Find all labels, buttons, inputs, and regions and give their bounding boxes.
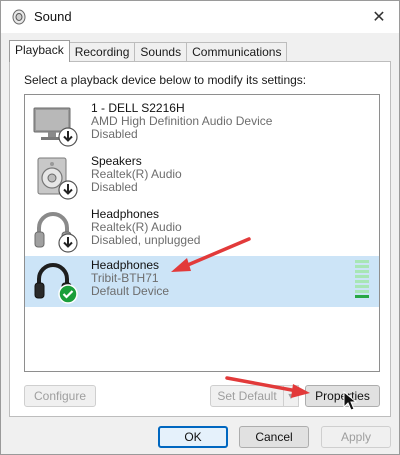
set-default-button[interactable]: Set Default [210,385,284,407]
device-item-speakers[interactable]: Speakers Realtek(R) Audio Disabled [25,152,379,203]
configure-button[interactable]: Configure [24,385,96,407]
set-default-dropdown[interactable]: ▼ [283,385,299,407]
playback-panel: Select a playback device below to modify… [9,61,391,417]
device-status: Disabled [91,180,138,194]
device-item-dell-monitor[interactable]: 1 - DELL S2216H AMD High Definition Audi… [25,99,379,150]
instruction-text: Select a playback device below to modify… [24,73,307,87]
window-title: Sound [34,9,72,24]
monitor-icon [33,107,78,147]
tab-strip: Playback Recording Sounds Communications [9,40,288,62]
device-text: Headphones Tribit-BTH71 Default Device [91,259,169,298]
headphones-icon [34,212,78,253]
title-bar[interactable]: Sound ✕ [1,1,399,33]
tab-recording[interactable]: Recording [68,42,136,62]
sound-dialog: Sound ✕ Playback Recording Sounds Commun… [0,0,400,455]
device-status: Disabled, unplugged [91,233,201,247]
properties-button[interactable]: Properties [305,385,380,407]
tab-playback[interactable]: Playback [9,40,70,62]
headphones-icon [34,263,78,304]
speaker-icon [37,157,78,200]
close-icon: ✕ [372,9,386,26]
device-item-headphones-realtek[interactable]: Headphones Realtek(R) Audio Disabled, un… [25,205,379,256]
ok-button[interactable]: OK [158,426,228,448]
apply-button[interactable]: Apply [321,426,391,448]
device-list[interactable]: 1 - DELL S2216H AMD High Definition Audi… [24,94,380,372]
close-button[interactable]: ✕ [359,1,399,33]
device-status: Default Device [91,284,170,298]
cancel-button[interactable]: Cancel [239,426,309,448]
device-item-headphones-tribit[interactable]: Headphones Tribit-BTH71 Default Device [25,256,379,307]
device-text: 1 - DELL S2216H AMD High Definition Audi… [91,102,272,141]
chevron-down-icon: ▼ [286,391,296,401]
speaker-app-icon [12,9,26,25]
tab-communications[interactable]: Communications [186,42,288,62]
device-text: Speakers Realtek(R) Audio Disabled [91,155,182,194]
tab-sounds[interactable]: Sounds [134,42,188,62]
device-status: Disabled [91,127,138,141]
device-text: Headphones Realtek(R) Audio Disabled, un… [91,208,200,247]
volume-level-meter [355,260,369,302]
